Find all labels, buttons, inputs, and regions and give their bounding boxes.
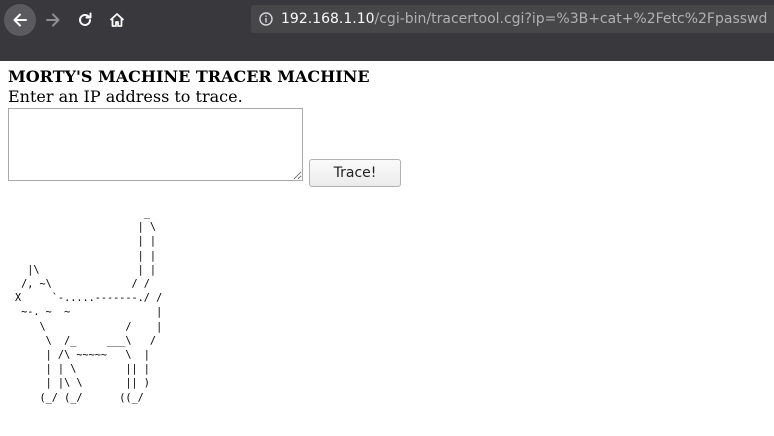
forward-button[interactable] (37, 4, 69, 36)
url-bar[interactable]: 192.168.1.10/cgi-bin/tracertool.cgi?ip=%… (251, 5, 774, 33)
ascii-cat-art: _ | \ | | | | |\ | | /, ~\ / / X `-.....… (15, 208, 163, 404)
ip-prompt-label: Enter an IP address to trace. (8, 87, 243, 106)
browser-toolbar: 192.168.1.10/cgi-bin/tracertool.cgi?ip=%… (0, 0, 774, 61)
url-path: /cgi-bin/tracertool.cgi?ip=%3B+cat+%2Fet… (374, 11, 768, 27)
home-icon (109, 13, 125, 27)
back-button[interactable] (4, 4, 36, 36)
page-title: MORTY'S MACHINE TRACER MACHINE (8, 67, 370, 86)
info-icon[interactable] (259, 12, 273, 26)
url-host: 192.168.1.10 (281, 11, 375, 27)
arrow-right-icon (46, 13, 60, 27)
trace-button[interactable]: Trace! (309, 159, 401, 187)
arrow-left-icon (13, 13, 27, 27)
ip-address-input[interactable] (8, 108, 303, 181)
home-button[interactable] (101, 4, 133, 36)
reload-icon (79, 12, 92, 26)
reload-button[interactable] (69, 4, 101, 36)
